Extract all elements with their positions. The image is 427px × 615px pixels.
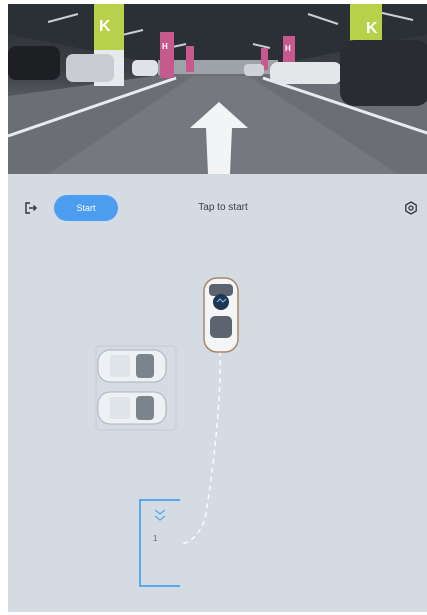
pillar-sign-k-right: K: [366, 20, 378, 37]
camera-scene: [8, 4, 427, 174]
planned-path: [181, 341, 222, 545]
parking-scene: [95, 277, 239, 587]
pillar-sign-h-left: H: [162, 42, 168, 51]
ego-vehicle-icon: [203, 277, 239, 353]
rear-camera-view: K K H H: [8, 4, 427, 174]
pillar-sign-h-right: H: [285, 44, 291, 53]
parking-panel: Start Tap to start 1: [8, 174, 427, 612]
chevron-down-icon: [147, 506, 173, 522]
pillar-sign-k-left: K: [99, 18, 111, 35]
app-frame: K K H H Start Tap to start 1: [8, 4, 427, 612]
parked-car-1: [97, 349, 167, 383]
parked-car-2: [97, 391, 167, 425]
